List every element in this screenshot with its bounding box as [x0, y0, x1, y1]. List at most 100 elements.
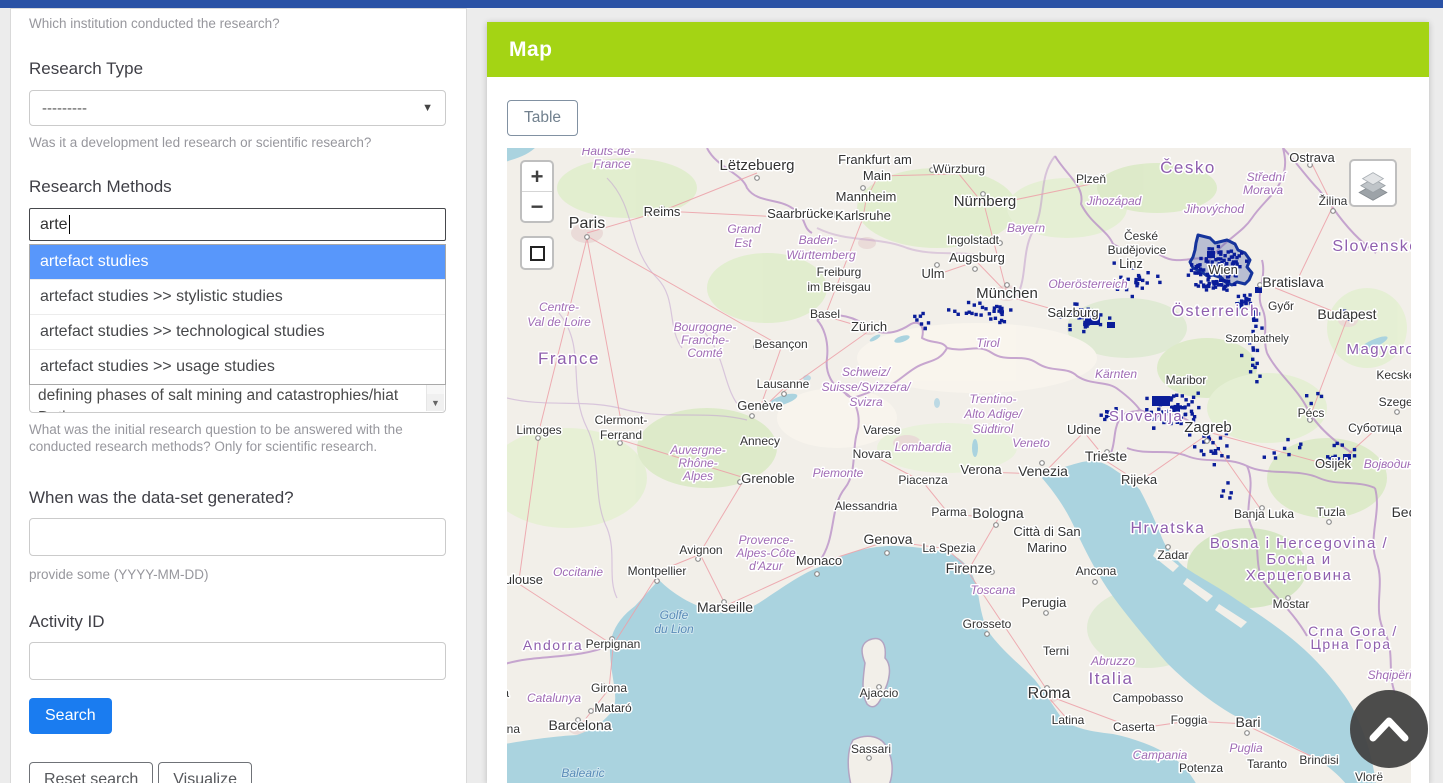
data-point-marker — [1305, 394, 1308, 397]
scroll-to-top-button[interactable] — [1350, 690, 1428, 768]
data-point-marker — [1256, 349, 1259, 352]
city-dot — [655, 579, 660, 584]
search-button[interactable]: Search — [29, 698, 112, 734]
chevron-up-icon — [1367, 716, 1411, 742]
map-label: Est — [734, 236, 752, 250]
map-label: Lleida — [507, 686, 509, 700]
data-point-marker — [1217, 251, 1220, 254]
table-button[interactable]: Table — [507, 100, 578, 136]
map-label: Tuzla — [1317, 505, 1346, 519]
map-label: Campobasso — [1113, 691, 1184, 705]
data-point-marker — [967, 301, 970, 304]
activity-id-label: Activity ID — [29, 612, 446, 632]
map-label: Venezia — [1018, 463, 1068, 479]
reset-search-button[interactable]: Reset search — [29, 762, 153, 783]
data-point-marker — [1184, 413, 1187, 416]
data-point-marker — [1214, 452, 1217, 455]
map-label: Österreich — [1172, 302, 1261, 320]
chevron-down-icon: ▼ — [422, 102, 433, 114]
data-point-marker — [1113, 261, 1116, 264]
map-label: Freiburg — [817, 265, 862, 279]
data-point-marker — [1187, 274, 1190, 277]
data-point-marker — [1235, 256, 1238, 259]
map-label: Montpellier — [628, 564, 687, 578]
map-label: Střední — [1247, 170, 1287, 184]
zoom-in-button[interactable]: + — [522, 162, 552, 191]
city-dot — [985, 632, 990, 637]
map-label: Česko — [1160, 158, 1216, 177]
map-label: Grosseto — [963, 617, 1012, 631]
data-point-marker — [974, 313, 977, 316]
data-point-marker — [924, 327, 927, 330]
map-label: Provence- — [739, 533, 794, 547]
map-label: Mostar — [1273, 597, 1310, 611]
map-label: Magyarország — [1346, 341, 1411, 358]
map-label: Ingolstadt — [947, 233, 1000, 247]
research-type-select[interactable]: --------- ▼ — [29, 90, 446, 126]
map-label: Avignon — [679, 543, 722, 557]
map-label: Suisse/Svizzera/ — [822, 380, 912, 394]
map-label: Žilina — [1319, 193, 1348, 208]
data-point-marker — [1003, 320, 1006, 323]
map-label: Main — [863, 168, 891, 183]
map-label: Bari — [1236, 714, 1261, 730]
map-label: Pécs — [1298, 406, 1325, 420]
data-point-marker — [1222, 489, 1225, 492]
map-label: München — [976, 285, 1038, 302]
map-label: Босна и — [1266, 551, 1331, 568]
map-label: Kecskemét — [1376, 368, 1411, 382]
city-dot — [782, 392, 787, 397]
data-point-marker — [1225, 279, 1228, 282]
data-point-marker — [1141, 279, 1144, 282]
map-label: Bayern — [1007, 221, 1045, 235]
data-point-marker — [1223, 254, 1226, 257]
data-point-marker — [1273, 451, 1276, 454]
suggestion-item[interactable]: artefact studies >> technological studie… — [30, 314, 445, 349]
research-methods-input[interactable]: arte — [29, 208, 446, 241]
data-point-marker — [1260, 326, 1263, 329]
data-point-marker — [1190, 269, 1193, 272]
data-point-marker — [1158, 281, 1161, 284]
data-point-marker — [1283, 447, 1286, 450]
map-label: Piacenza — [898, 473, 948, 487]
data-point-marker — [1202, 283, 1205, 286]
dataset-generated-input[interactable] — [29, 518, 446, 556]
map-label: Bosna i Hercegovina / — [1210, 535, 1388, 552]
map-label: Besançon — [754, 337, 807, 351]
map-label: Udine — [1067, 422, 1101, 437]
scrollbar-down-arrow-icon[interactable]: ▼ — [427, 394, 444, 411]
listbox-option[interactable]: defining phases of salt mining and catas… — [38, 385, 425, 407]
layers-control-button[interactable] — [1349, 159, 1397, 207]
box-zoom-button[interactable] — [520, 236, 554, 270]
data-blob-marker — [1107, 322, 1115, 328]
map-label: Caserta — [1113, 720, 1155, 734]
suggestion-item[interactable]: artefact studies >> usage studies — [30, 349, 445, 384]
city-dot — [867, 756, 872, 761]
data-point-marker — [1233, 283, 1236, 286]
map-label: Ancona — [1076, 564, 1117, 578]
map-label: Lombardia — [895, 440, 952, 454]
activity-id-input[interactable] — [29, 642, 446, 680]
data-point-marker — [1215, 280, 1218, 283]
map[interactable]: Hauts-de-FranceGrandEstCentre-Val de Loi… — [507, 148, 1411, 783]
data-point-marker — [947, 308, 950, 311]
map-label: Ostrava — [1289, 150, 1335, 165]
map-label: Trieste — [1085, 448, 1127, 464]
data-point-marker — [1190, 263, 1193, 266]
data-point-marker — [1207, 247, 1210, 250]
map-label: Mannheim — [836, 189, 897, 204]
research-methods-label: Research Methods — [29, 177, 446, 197]
data-point-marker — [1217, 245, 1220, 248]
map-label: Zürich — [851, 319, 887, 334]
data-point-marker — [1228, 258, 1231, 261]
research-methods-input-value: arte — [40, 216, 68, 234]
data-point-marker — [1197, 264, 1200, 267]
zoom-out-button[interactable]: − — [522, 192, 552, 221]
suggestion-item[interactable]: artefact studies >> stylistic studies — [30, 279, 445, 314]
data-point-marker — [1216, 257, 1219, 260]
data-point-marker — [1245, 260, 1248, 263]
visualize-button[interactable]: Visualize — [158, 762, 252, 783]
suggestion-item[interactable]: artefact studies — [30, 245, 445, 279]
listbox-option-clipped[interactable]: Datings — [38, 407, 425, 413]
data-point-marker — [1254, 325, 1257, 328]
